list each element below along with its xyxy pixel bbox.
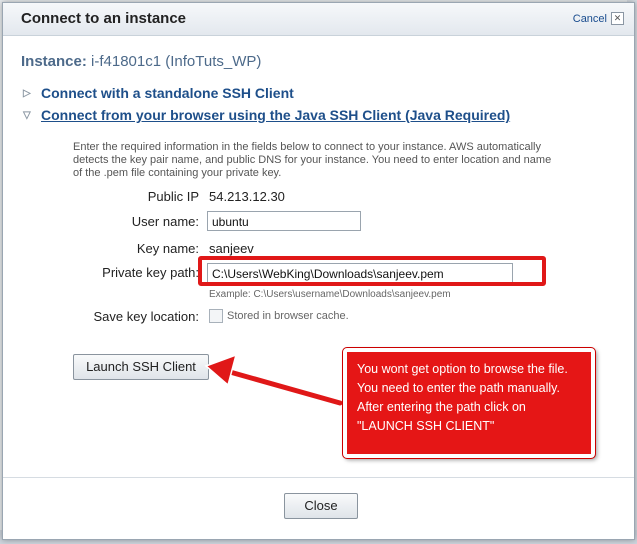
annotation-callout: You wont get option to browse the file. … (342, 347, 596, 459)
callout-arrow-icon (204, 353, 345, 408)
